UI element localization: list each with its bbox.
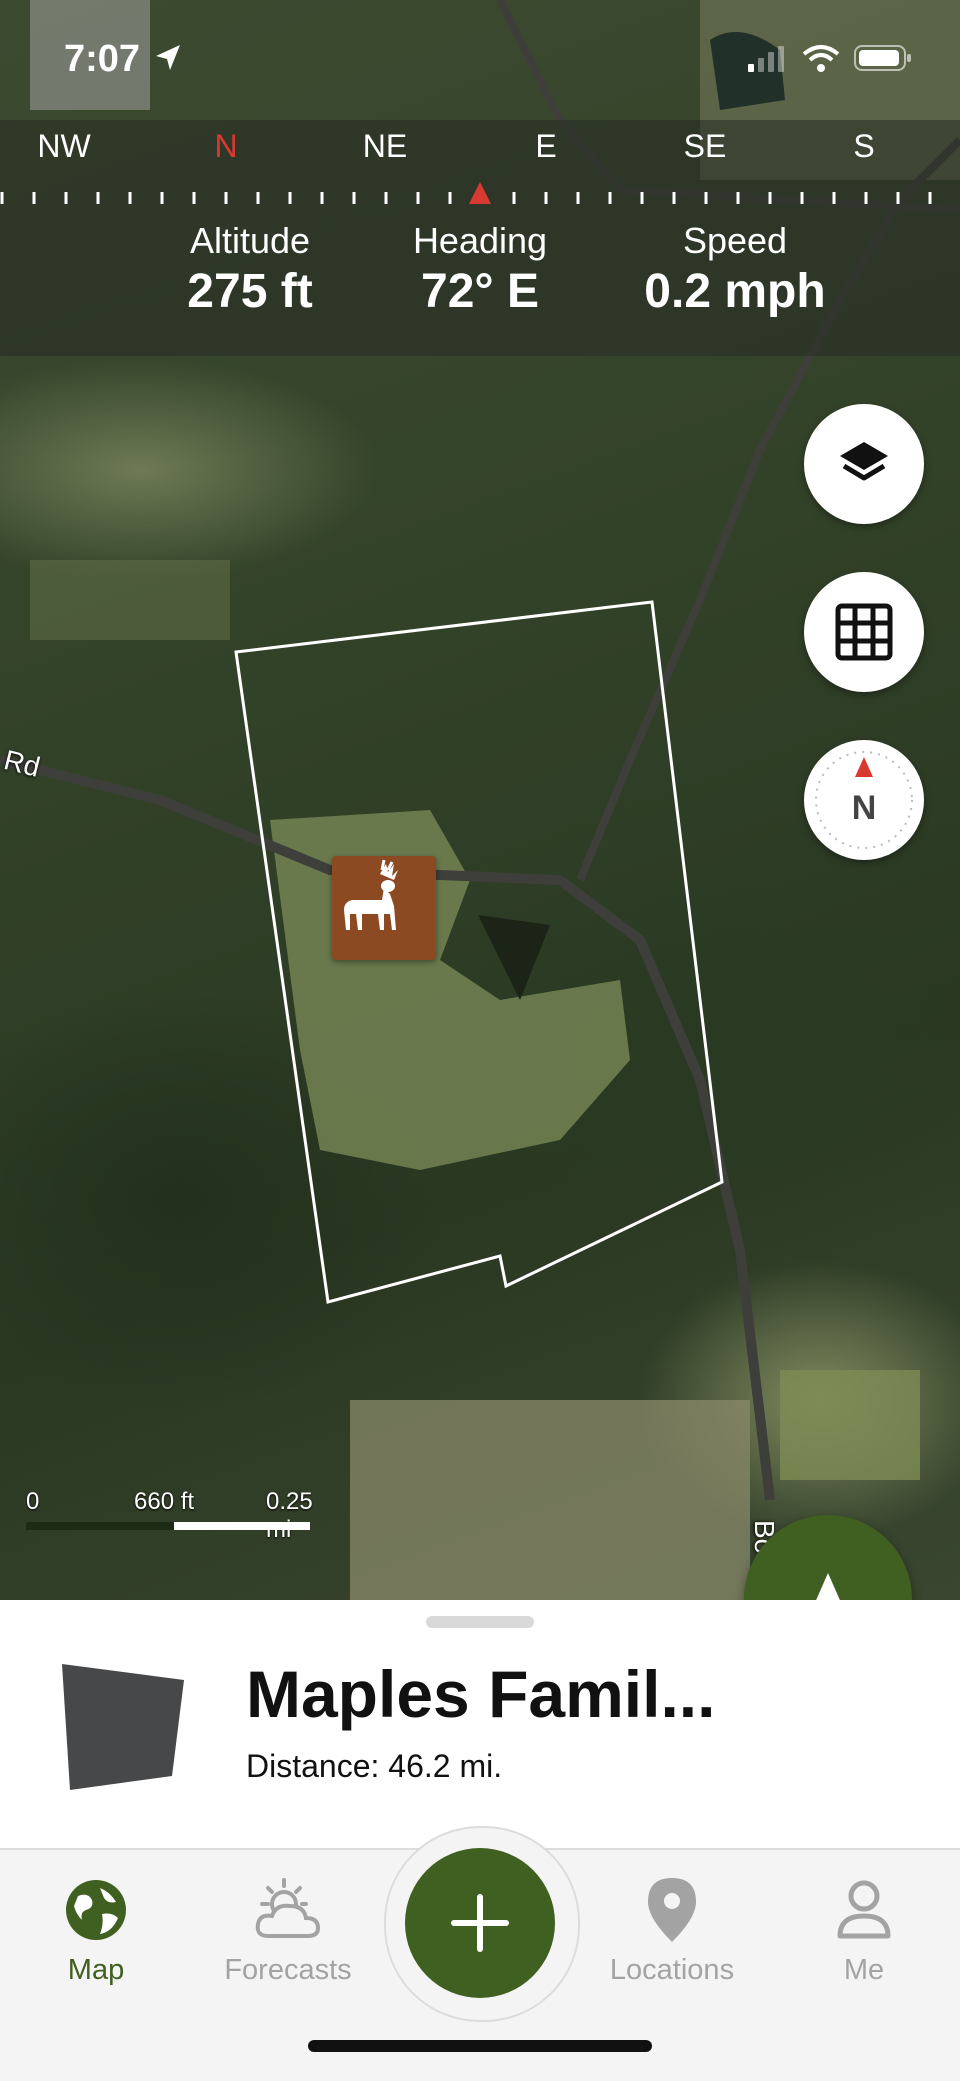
compass-dir-nw: NW (37, 128, 91, 164)
compass-dir-s: S (853, 128, 875, 164)
field-area (30, 560, 230, 640)
speed-label: Speed (682, 220, 788, 261)
speed-metric: Speed 0.2 mph (615, 220, 855, 319)
tab-locations-label: Locations (609, 1954, 735, 1986)
location-title: Maples Famil... (246, 1657, 716, 1731)
person-icon (837, 1880, 891, 1939)
status-bar: 7:07 (0, 0, 960, 120)
compass-dir-e: E (535, 128, 557, 164)
deer-marker[interactable] (332, 856, 436, 960)
status-time: 7:07 (64, 38, 141, 80)
layers-button[interactable] (804, 404, 924, 524)
tab-forecasts-label: Forecasts (224, 1954, 352, 1986)
deer-icon (344, 859, 398, 930)
tab-locations[interactable]: Locations (582, 1874, 762, 1987)
heading-metric: Heading 72° E (360, 220, 600, 319)
field-area (780, 1370, 920, 1480)
property-thumbnail (62, 1664, 184, 1790)
scale-miles: 0.25 mi (266, 1488, 313, 1543)
tab-me-label: Me (843, 1954, 885, 1986)
location-pin-icon (648, 1878, 696, 1942)
compass-dir-ne: NE (362, 128, 408, 164)
pond (478, 915, 550, 1000)
compass-button[interactable]: N (804, 740, 924, 860)
cellular-signal-icon (748, 46, 784, 72)
altitude-label: Altitude (189, 220, 311, 261)
plus-icon (451, 1894, 509, 1952)
tab-map[interactable]: Map (6, 1874, 186, 1987)
layers-icon (840, 442, 888, 481)
battery-icon (854, 45, 911, 71)
altitude-metric: Altitude 275 ft (130, 220, 370, 319)
altitude-value: 275 ft (187, 265, 313, 318)
globe-icon (66, 1880, 126, 1940)
field-area (350, 1400, 750, 1600)
compass-north-icon: N (815, 751, 913, 849)
compass-n-letter: N (852, 789, 877, 827)
add-button[interactable] (405, 1848, 555, 1998)
grid-icon (835, 603, 893, 661)
compass-ticks (0, 182, 932, 204)
tab-me[interactable]: Me (774, 1874, 954, 1987)
home-indicator (308, 2040, 652, 2052)
scale-segment-dark (26, 1522, 174, 1530)
tab-map-label: Map (67, 1954, 125, 1986)
speed-value: 0.2 mph (644, 265, 826, 318)
sheet-grabber[interactable] (426, 1616, 534, 1628)
navigation-hud: NW N NE E SE S Altitude 275 ft Heading 7… (0, 120, 960, 356)
heading-label: Heading (412, 220, 548, 261)
heading-value: 72° E (421, 265, 539, 318)
location-sheet[interactable]: Maples Famil... Distance: 46.2 mi. (0, 1600, 960, 1848)
scale-segment-light (174, 1522, 310, 1530)
location-distance: Distance: 46.2 mi. (246, 1748, 503, 1784)
tab-forecasts[interactable]: Forecasts (198, 1874, 378, 1987)
compass-strip[interactable]: NW N NE E SE S (0, 120, 960, 210)
wifi-icon (802, 45, 840, 72)
scale-zero: 0 (26, 1488, 40, 1515)
compass-dir-n: N (214, 128, 238, 164)
compass-dir-se: SE (683, 128, 727, 164)
grid-button[interactable] (804, 572, 924, 692)
location-arrow-icon (156, 45, 180, 70)
scale-bar: 0 660 ft 0.25 mi (22, 1488, 342, 1543)
weather-icon (255, 1878, 321, 1938)
scale-feet: 660 ft (134, 1488, 195, 1515)
